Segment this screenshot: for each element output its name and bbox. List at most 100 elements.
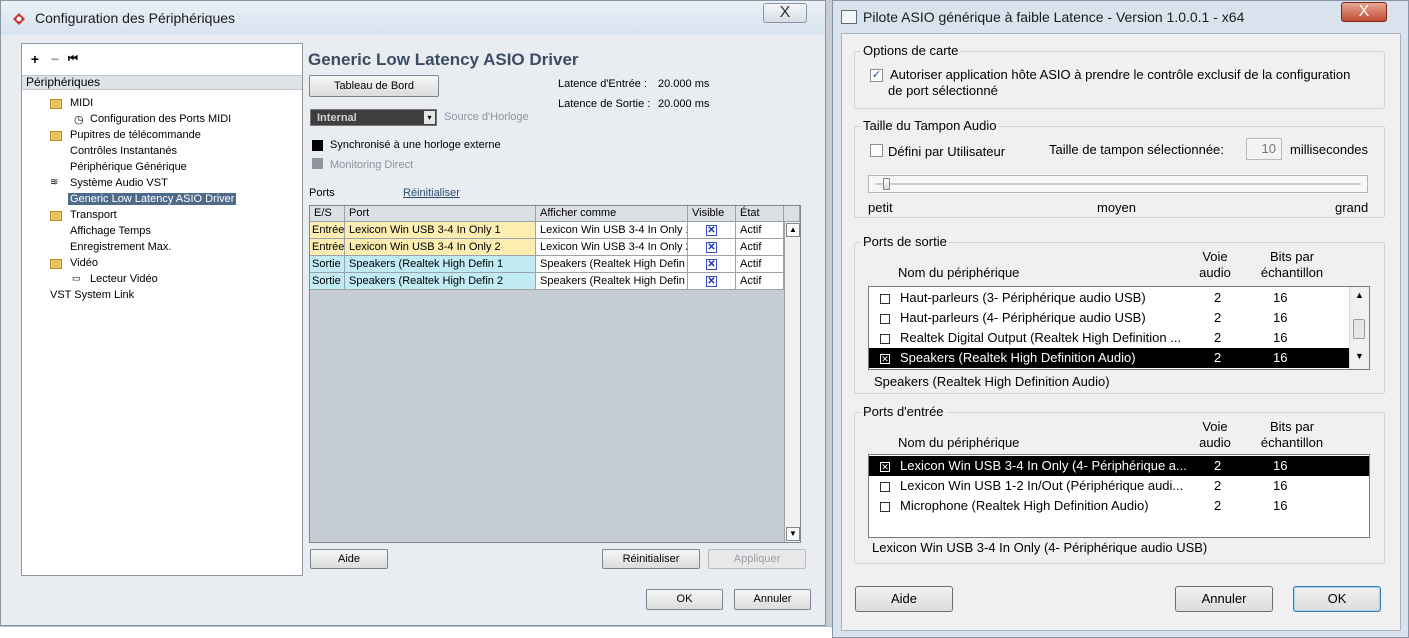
scroll-thumb[interactable] [1353, 319, 1365, 339]
tree-item-record-max[interactable]: Enregistrement Max. [70, 241, 171, 253]
port-bits: 16 [1273, 290, 1288, 305]
scroll-down-icon[interactable]: ▼ [786, 527, 800, 541]
output-col-bits-1: Bits par [1269, 249, 1315, 264]
port-bits: 16 [1273, 330, 1288, 345]
list-item[interactable]: Realtek Digital Output (Realtek High Def… [869, 328, 1369, 348]
control-panel-button[interactable]: Tableau de Bord [309, 75, 439, 97]
tree-item-transport[interactable]: Transport [70, 209, 117, 221]
remove-icon[interactable]: − [46, 50, 64, 68]
list-item[interactable]: Haut-parleurs (3- Périphérique audio USB… [869, 288, 1369, 308]
output-latency-value: 20.000 ms [658, 98, 710, 110]
column-header-io[interactable]: E/S [310, 206, 345, 222]
scroll-up-icon[interactable]: ▲ [1355, 290, 1364, 300]
dialog-cancel-button[interactable]: Annuler [1175, 586, 1273, 612]
device-setup-window: Configuration des Périphériques X + − ⏮ … [0, 0, 826, 626]
apply-button[interactable]: Appliquer [708, 549, 806, 569]
scroll-up-icon[interactable]: ▲ [786, 223, 800, 237]
table-cell-show-as[interactable]: Lexicon Win USB 3-4 In Only 2 [536, 239, 688, 256]
close-icon: X [779, 4, 791, 21]
close-button[interactable]: X [763, 3, 807, 23]
table-cell-show-as[interactable]: Speakers (Realtek High Defin 2 [536, 273, 688, 290]
output-list-scrollbar[interactable]: ▲ ▼ [1349, 287, 1369, 369]
scroll-down-icon[interactable]: ▼ [1355, 351, 1364, 361]
clock-source-select[interactable]: Internal ▾ [310, 109, 437, 126]
visible-checkbox[interactable]: ✕ [706, 225, 717, 236]
port-bits: 16 [1273, 498, 1288, 513]
driver-title: Generic Low Latency ASIO Driver [308, 50, 579, 69]
column-header-visible[interactable]: Visible [688, 206, 736, 222]
exclusive-label-line2: de port sélectionné [888, 83, 998, 98]
user-defined-checkbox[interactable] [870, 144, 883, 157]
tree-item-vst-audio[interactable]: Système Audio VST [70, 177, 168, 189]
cancel-button[interactable]: Annuler [734, 589, 811, 610]
input-ports-title: Ports d'entrée [861, 404, 946, 419]
column-header-state[interactable]: État [736, 206, 784, 222]
input-col-bits-1: Bits par [1269, 419, 1315, 434]
buffer-slider[interactable] [868, 175, 1368, 193]
add-icon[interactable]: + [26, 50, 44, 68]
help-button[interactable]: Aide [310, 549, 388, 569]
visible-checkbox[interactable]: ✕ [706, 242, 717, 253]
tree-item-midi[interactable]: MIDI [70, 97, 93, 109]
table-cell-visible: ✕ [688, 239, 736, 256]
table-cell-show-as[interactable]: Speakers (Realtek High Defin 1 [536, 256, 688, 273]
visible-checkbox[interactable]: ✕ [706, 276, 717, 287]
port-checkbox[interactable]: ✕ [880, 462, 890, 472]
dialog-close-button[interactable]: X [1341, 2, 1387, 22]
exclusive-checkbox[interactable]: ✓ [870, 69, 883, 82]
visible-checkbox[interactable]: ✕ [706, 259, 717, 270]
tree-item-generic[interactable]: Périphérique Générique [70, 161, 187, 173]
ports-table: E/S Port Afficher comme Visible État Ent… [309, 205, 801, 543]
dialog-help-button[interactable]: Aide [855, 586, 953, 612]
list-item[interactable]: Haut-parleurs (4- Périphérique audio USB… [869, 308, 1369, 328]
table-cell-state: Actif [736, 256, 784, 273]
tree-item-time-display[interactable]: Affichage Temps [70, 225, 151, 237]
table-cell-port: Speakers (Realtek High Defin 1 [345, 256, 536, 273]
slider-thumb[interactable] [882, 178, 890, 190]
tree-item-quick-controls[interactable]: Contrôles Instantanés [70, 145, 177, 157]
reset-ports-link[interactable]: Réinitialiser [403, 187, 460, 199]
tree-item-video-player[interactable]: Lecteur Vidéo [90, 273, 158, 285]
port-name: Haut-parleurs (3- Périphérique audio USB… [900, 290, 1146, 305]
direct-monitoring-checkbox[interactable] [312, 158, 323, 169]
list-item[interactable]: Lexicon Win USB 1-2 In/Out (Périphérique… [869, 476, 1369, 496]
port-checkbox[interactable] [880, 334, 890, 344]
tree-item-remote[interactable]: Pupitres de télécommande [70, 129, 201, 141]
list-item[interactable]: ✕ Lexicon Win USB 3-4 In Only (4- Périph… [869, 456, 1369, 476]
reset-icon[interactable]: ⏮ [64, 50, 82, 68]
asio-icon [841, 10, 857, 24]
port-checkbox[interactable] [880, 314, 890, 324]
port-checkbox[interactable] [880, 482, 890, 492]
clock-source-value: Internal [317, 112, 357, 124]
tree-item-video[interactable]: Vidéo [70, 257, 98, 269]
folder-icon [50, 259, 62, 269]
output-col-bits-2: échantillon [1260, 265, 1324, 280]
input-col-channel-1: Voie [1202, 419, 1228, 434]
column-header-show-as[interactable]: Afficher comme [536, 206, 688, 222]
table-cell-show-as[interactable]: Lexicon Win USB 3-4 In Only 1 [536, 222, 688, 239]
port-channels: 2 [1214, 458, 1222, 473]
tree-header: Périphériques [22, 75, 302, 90]
slider-min-label: petit [868, 200, 893, 215]
tree-item-vst-link[interactable]: VST System Link [50, 289, 134, 301]
ok-button[interactable]: OK [646, 589, 723, 610]
port-checkbox[interactable] [880, 294, 890, 304]
port-name: Lexicon Win USB 1-2 In/Out (Périphérique… [900, 478, 1184, 493]
buffer-size-field[interactable]: 10 [1246, 138, 1282, 160]
list-item[interactable]: ✕ Speakers (Realtek High Definition Audi… [869, 348, 1349, 368]
tree-item-midi-ports[interactable]: Configuration des Ports MIDI [90, 113, 231, 125]
dialog-ok-button[interactable]: OK [1293, 586, 1381, 612]
list-item[interactable]: Microphone (Realtek High Definition Audi… [869, 496, 1369, 516]
port-bits: 16 [1273, 350, 1288, 365]
reset-button[interactable]: Réinitialiser [602, 549, 700, 569]
input-latency-label: Latence d'Entrée : [558, 78, 647, 90]
sync-external-checkbox[interactable] [312, 140, 323, 151]
port-checkbox[interactable] [880, 502, 890, 512]
selected-size-label: Taille de tampon sélectionnée: [1049, 142, 1224, 157]
column-header-port[interactable]: Port [345, 206, 536, 222]
port-name: Haut-parleurs (4- Périphérique audio USB… [900, 310, 1146, 325]
port-name: Microphone (Realtek High Definition Audi… [900, 498, 1149, 513]
table-scrollbar[interactable]: ▲ ▼ [784, 222, 800, 542]
port-checkbox[interactable]: ✕ [880, 354, 890, 364]
tree-item-asio-driver[interactable]: Generic Low Latency ASIO Driver [68, 193, 237, 205]
